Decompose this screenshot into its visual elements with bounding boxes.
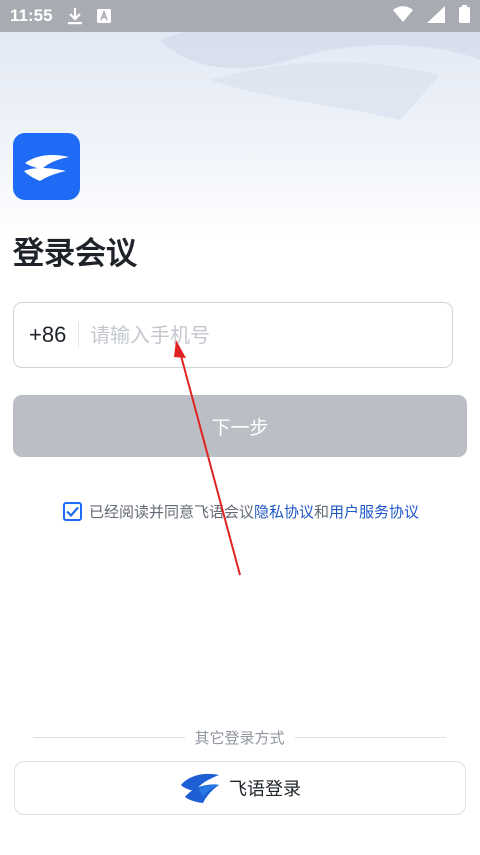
divider-line-right (294, 736, 447, 738)
status-right-icons (393, 5, 470, 27)
divider-line-left (33, 736, 185, 738)
agreement-checkbox[interactable] (63, 501, 82, 521)
agreement-and-text: 和 (314, 502, 330, 521)
feiyu-login-button[interactable]: 飞语登录 (14, 761, 466, 815)
other-login-divider: 其它登录方式 (33, 726, 447, 748)
other-login-title: 其它登录方式 (194, 728, 285, 747)
phone-number-input[interactable] (90, 323, 420, 347)
signal-icon (427, 5, 445, 27)
download-icon (67, 7, 83, 25)
battery-icon (459, 5, 470, 27)
status-time: 11:55 (10, 6, 53, 25)
status-bar: 11:55 (0, 0, 480, 32)
phone-input-box[interactable]: +86 (13, 302, 453, 368)
next-step-button[interactable]: 下一步 (13, 395, 467, 457)
country-code-selector[interactable]: +86 (14, 322, 78, 348)
user-service-agreement-link[interactable]: 用户服务协议 (329, 501, 419, 522)
feiyu-login-label: 飞语登录 (229, 779, 301, 800)
page-title: 登录会议 (13, 236, 137, 272)
input-divider (78, 322, 79, 348)
feiyu-meeting-logo-icon (13, 133, 80, 200)
agreement-row: 已经阅读并同意飞语会议 隐私协议 和 用户服务协议 (63, 500, 419, 522)
checkmark-icon (66, 506, 79, 517)
agreement-text: 已经阅读并同意飞语会议 (89, 502, 255, 521)
feiyu-wing-icon (181, 773, 219, 803)
a-badge-icon (96, 9, 111, 23)
privacy-policy-link[interactable]: 隐私协议 (254, 501, 314, 522)
wifi-icon (393, 6, 413, 26)
